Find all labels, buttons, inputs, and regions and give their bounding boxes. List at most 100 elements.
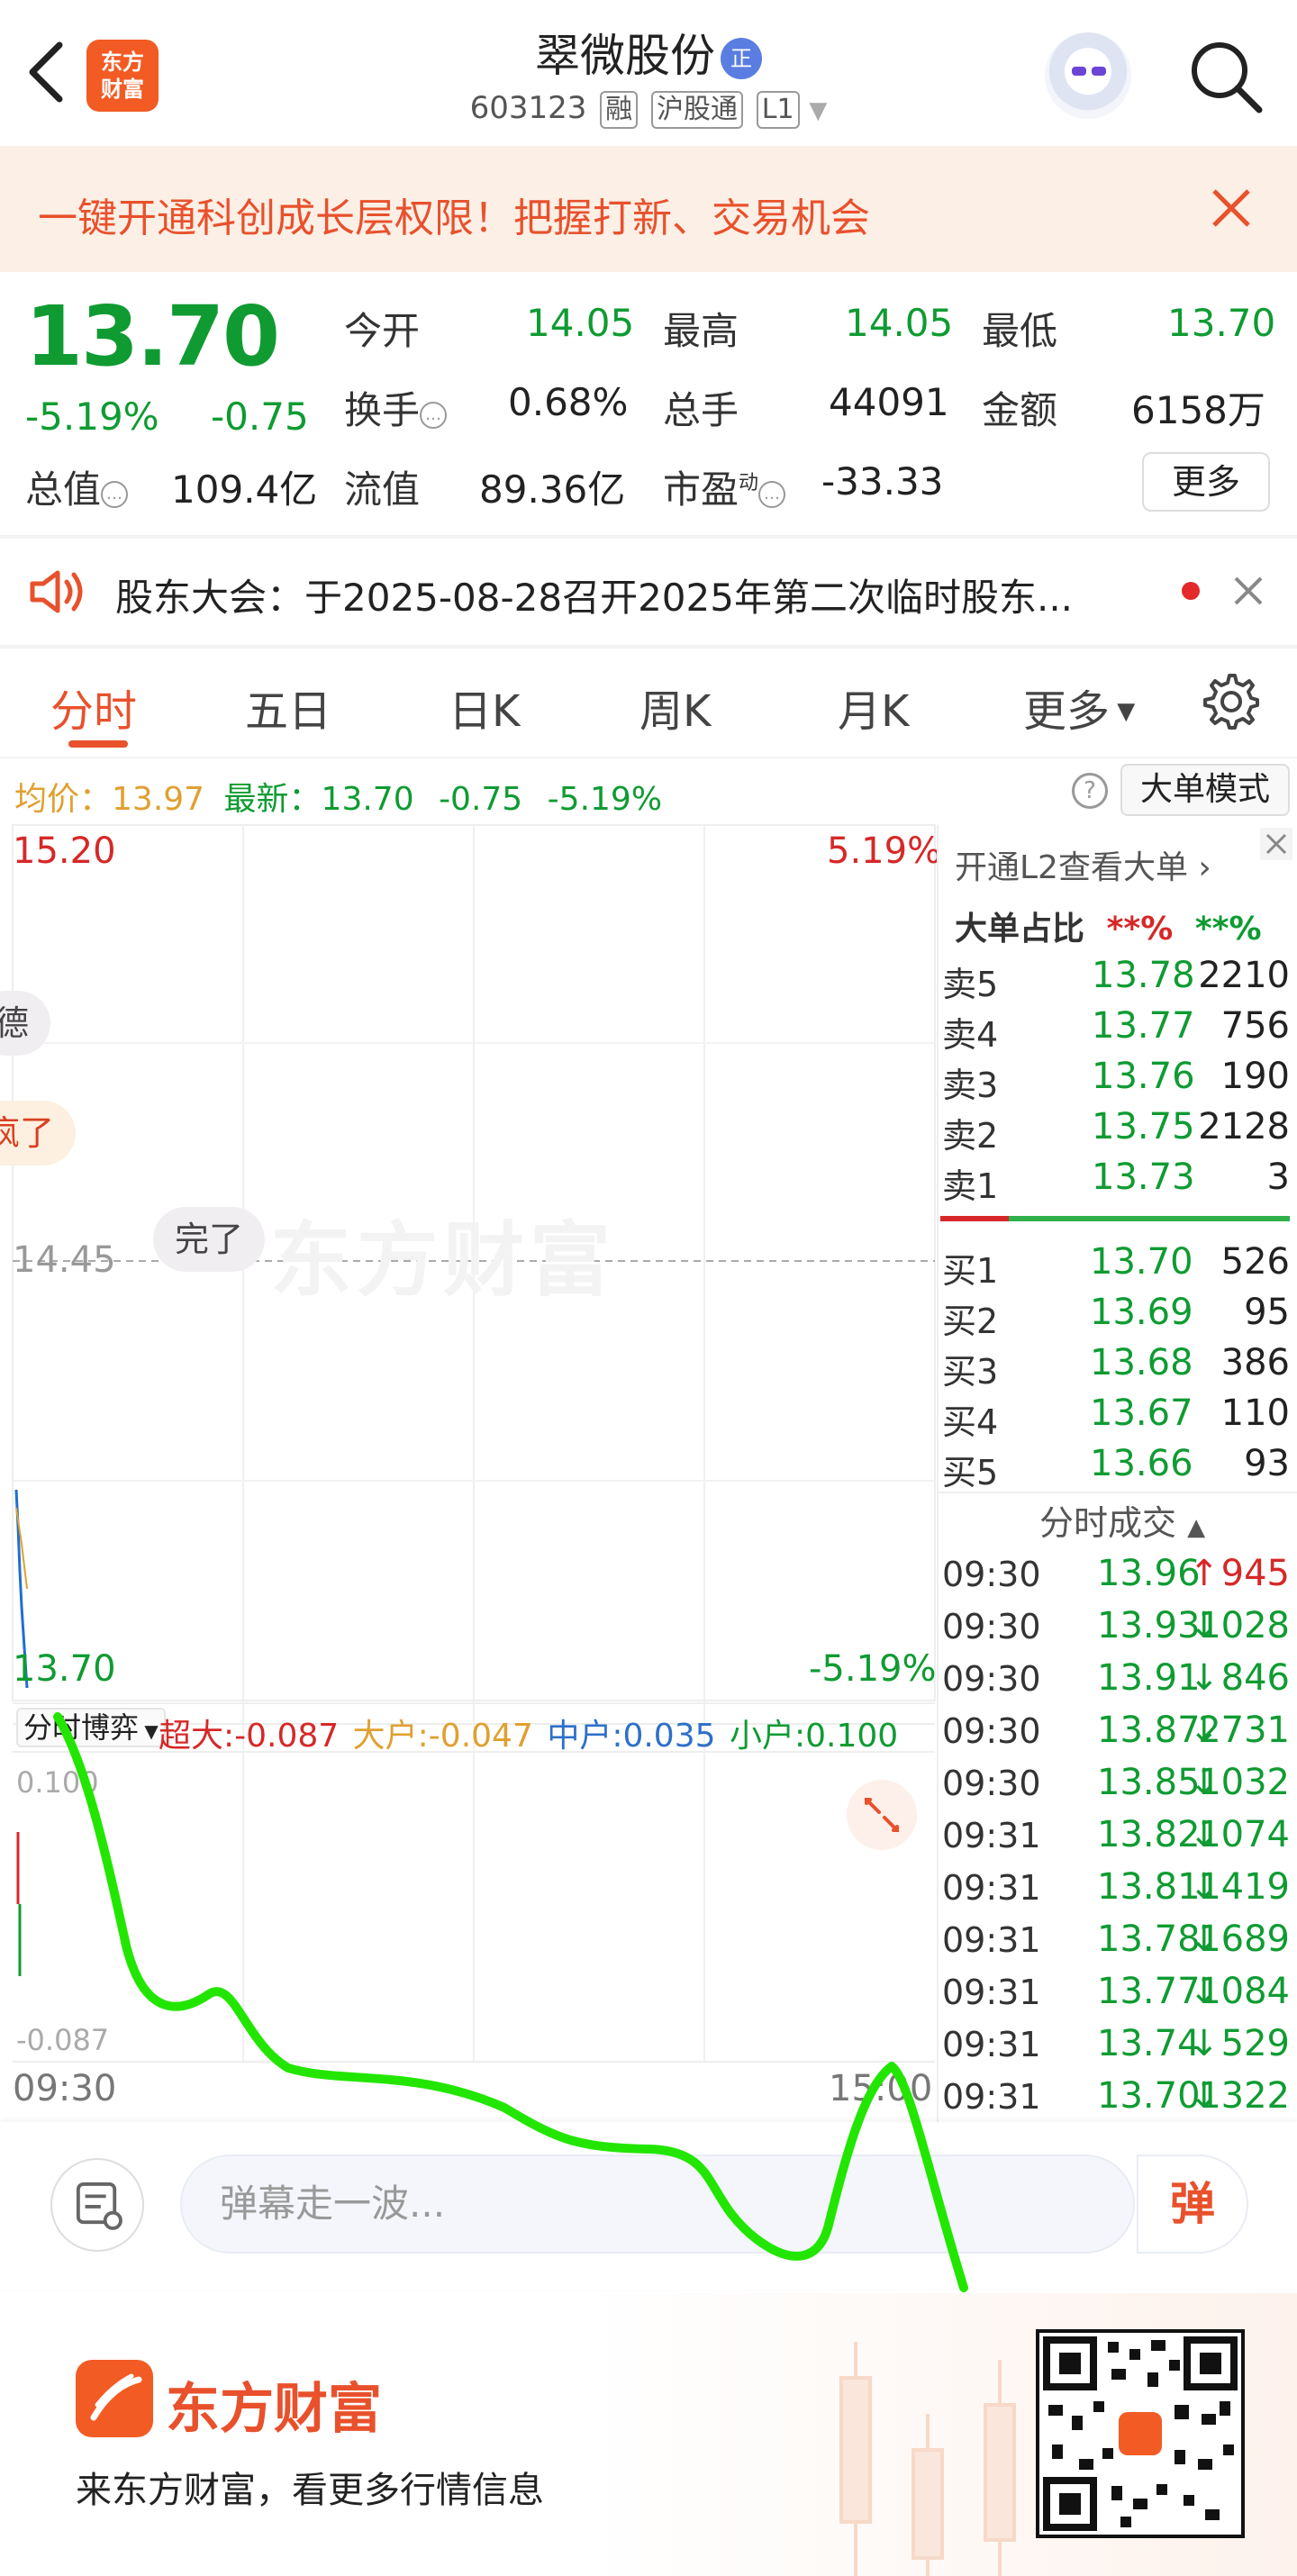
bid-volume: 386 (1220, 1342, 1290, 1383)
promo-text[interactable]: 一键开通科创成长层权限！把握打新、交易机会 (38, 186, 870, 243)
tick-volume: 1074 (1198, 1814, 1290, 1855)
tab-daily-k[interactable]: 日K (449, 676, 520, 739)
ratio-bar-green (1009, 1216, 1290, 1221)
promo-banner[interactable]: 一键开通科创成长层权限！把握打新、交易机会 (0, 146, 1297, 272)
tab-more[interactable]: 更多 ▼ (1023, 676, 1135, 739)
tick-volume: 1689 (1198, 1918, 1290, 1960)
tick-time: 09:30 (942, 1711, 1041, 1751)
search-icon[interactable] (1185, 36, 1266, 117)
open-value: 14.05 (526, 301, 635, 345)
help-icon[interactable]: ? (1072, 773, 1108, 809)
divider (0, 757, 1297, 758)
ask-volume: 190 (1220, 1056, 1290, 1097)
ask-label: 卖5 (942, 965, 999, 1004)
bid-label: 买2 (942, 1302, 999, 1341)
tick-volume: 529 (1220, 2023, 1290, 2064)
low-value: 13.70 (1167, 301, 1276, 345)
bid-label: 买4 (942, 1402, 999, 1442)
high-value: 14.05 (845, 301, 954, 345)
tick-time: 09:31 (942, 2077, 1041, 2117)
gear-icon[interactable] (1202, 672, 1261, 731)
candlestick-decoration (839, 2342, 1016, 2576)
unread-dot (1182, 582, 1200, 600)
float-cap-value: 89.36亿 (479, 467, 626, 512)
tab-monthly-k[interactable]: 月K (838, 676, 909, 739)
footer-slogan: 来东方财富，看更多行情信息 (76, 2470, 544, 2511)
l2-link[interactable]: 开通L2查看大单 › (955, 841, 1211, 888)
ask-label: 卖3 (942, 1066, 999, 1105)
tick-volume: 1419 (1198, 1866, 1290, 1908)
expand-icon[interactable] (847, 1780, 917, 1850)
volume-label: 总手 (663, 388, 739, 432)
latest-change: -0.75 (439, 781, 523, 818)
chart-top-pct: 5.19% (827, 830, 942, 872)
bid-price: 13.67 (1090, 1392, 1193, 1434)
tab-intraday[interactable]: 分时 (50, 676, 137, 739)
ask-volume: 2210 (1198, 955, 1290, 996)
close-panel-icon[interactable] (1259, 827, 1293, 861)
tick-time: 09:30 (942, 1607, 1041, 1646)
latest-price: 13.70 (321, 781, 414, 818)
intraday-chart[interactable] (0, 823, 937, 2120)
bid-label: 买3 (942, 1352, 999, 1392)
ticks-title[interactable]: 分时成交 ▲ (1039, 1495, 1205, 1545)
danmu-input[interactable]: 弹幕走一波... (180, 2154, 1135, 2254)
robot-assistant-icon[interactable] (1045, 32, 1131, 119)
tag-level: L1 (756, 91, 800, 129)
chart-bottom-price: 13.70 (13, 1648, 116, 1690)
tab-weekly-k[interactable]: 周K (639, 676, 711, 739)
info-icon[interactable]: … (420, 402, 448, 429)
total-cap-label[interactable]: 总值… (25, 459, 129, 514)
bid-price: 13.66 (1090, 1443, 1193, 1484)
footer-brand: 东方财富 (166, 2378, 382, 2441)
danmu-toggle-icon[interactable] (50, 2158, 144, 2252)
info-icon[interactable]: … (101, 481, 129, 508)
watermark: 东方财富 (270, 1213, 616, 1308)
bid-label: 买5 (942, 1453, 999, 1492)
ask-price: 13.77 (1092, 1005, 1195, 1047)
ratio-bar-red (940, 1216, 1009, 1221)
more-quote-button[interactable]: 更多 (1142, 452, 1270, 512)
tab-five-day[interactable]: 五日 (245, 676, 331, 739)
danmu-send-button[interactable]: 弹 (1137, 2154, 1248, 2254)
danmu-bubble: 完了 (153, 1207, 266, 1272)
change-pct: -5.19% (25, 395, 159, 439)
close-icon[interactable] (1209, 186, 1254, 231)
flow-bottom-label: -0.087 (16, 2023, 110, 2057)
low-label: 最低 (982, 309, 1058, 353)
bid-price: 13.68 (1090, 1342, 1193, 1383)
verified-tag: 正 (721, 38, 762, 79)
bid-price: 13.69 (1090, 1292, 1193, 1333)
stock-name: 翠微股份 (535, 30, 715, 82)
volume-value: 44091 (829, 380, 949, 424)
tick-time: 09:30 (942, 1764, 1041, 1803)
time-end: 15:00 (829, 2068, 933, 2109)
divider (0, 535, 1297, 539)
chart-mid-price: 14.45 (13, 1239, 116, 1281)
flow-values: 超大:-0.087 大户:-0.047 中户:0.035 小户:0.100 (159, 1718, 899, 1755)
tick-time: 09:31 (942, 1868, 1041, 1908)
big-ratio-row: 大单占比 **% **% (955, 911, 1262, 948)
brand-logo-icon (76, 2360, 153, 2437)
big-order-mode-button[interactable]: 大单模式 (1120, 764, 1290, 816)
tick-time: 09:31 (942, 1920, 1041, 1960)
ask-price: 13.76 (1092, 1056, 1195, 1097)
tick-volume: 945 (1220, 1553, 1290, 1594)
tick-time: 09:31 (942, 1973, 1041, 2012)
ask-price: 13.73 (1092, 1156, 1195, 1198)
flow-selector[interactable]: 分时博弈 ▼ (16, 1708, 166, 1747)
info-icon[interactable]: … (758, 481, 786, 508)
notice-text[interactable]: 股东大会：于2025-08-28召开2025年第二次临时股东... (115, 567, 1073, 622)
close-notice-icon[interactable] (1232, 575, 1265, 607)
qr-code[interactable] (1036, 2329, 1245, 2538)
change-amount: -0.75 (211, 395, 309, 439)
ask-label: 卖4 (942, 1015, 999, 1055)
time-start: 09:30 (13, 2068, 117, 2109)
tick-volume: 2731 (1198, 1710, 1290, 1751)
tick-volume: 1028 (1198, 1605, 1290, 1646)
turnover-label[interactable]: 换手… (344, 380, 448, 435)
chevron-down-icon[interactable]: ▼ (809, 97, 827, 124)
float-cap-label: 流值 (344, 467, 421, 512)
pe-label[interactable]: 市盈动… (663, 459, 786, 514)
speaker-icon (30, 570, 83, 613)
